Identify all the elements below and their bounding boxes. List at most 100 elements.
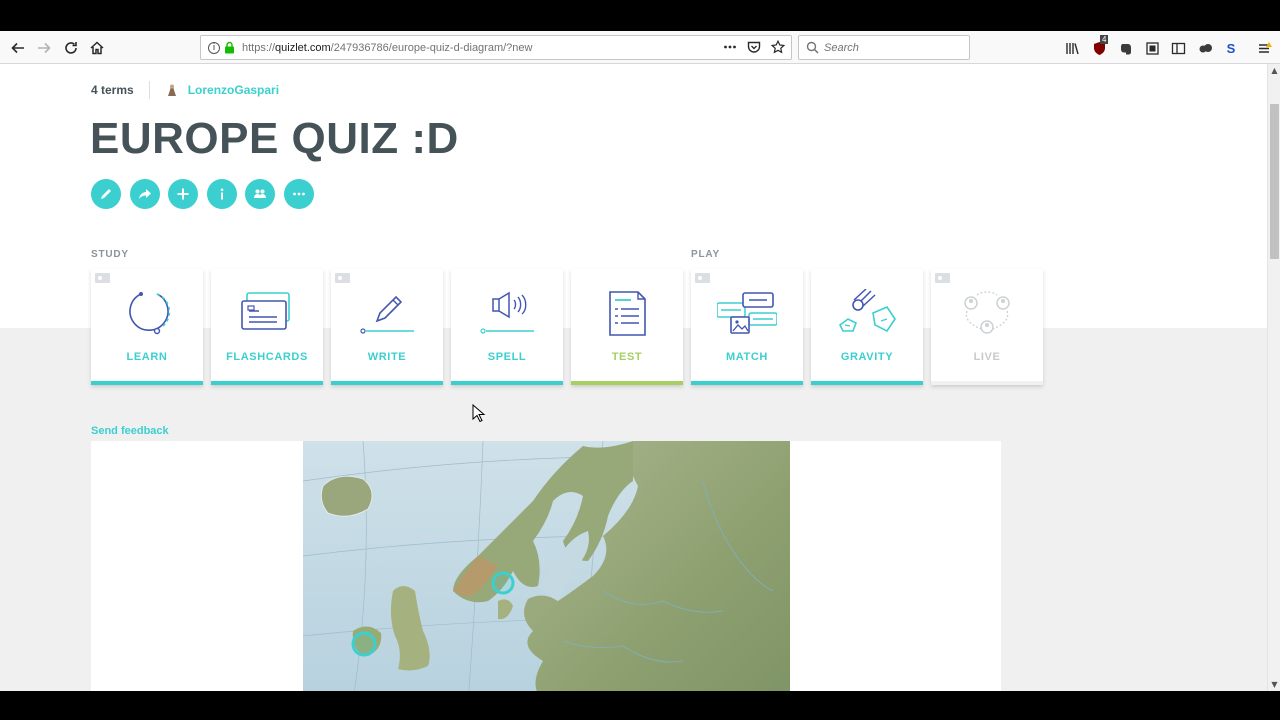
back-arrow-icon (11, 42, 24, 54)
diagram-panel (91, 441, 1001, 691)
screenshot-icon (1145, 41, 1159, 55)
term-count: 4 terms (91, 83, 134, 97)
flashcards-icon (241, 292, 290, 330)
hotspot-marker[interactable] (491, 571, 515, 595)
screenshot-extension[interactable] (1144, 40, 1160, 56)
live-icon (964, 291, 1010, 334)
pencil-icon (101, 189, 111, 199)
search-icon (806, 41, 819, 54)
reload-button[interactable] (58, 35, 84, 61)
europe-map[interactable] (303, 441, 790, 691)
info-icon[interactable]: i (208, 41, 220, 54)
spell-icon (480, 291, 534, 334)
set-meta: 4 terms LorenzoGaspari (91, 81, 279, 99)
browser-toolbar: i https://quizlet.com/247936786/europe-q… (0, 31, 1280, 64)
extension-badge: 4 (1100, 35, 1109, 44)
bookmark-star-icon[interactable] (771, 40, 785, 54)
s-extension-label: S (1226, 40, 1236, 56)
image-badge (695, 273, 710, 283)
lock-icon (225, 41, 234, 54)
mode-live[interactable]: LIVE (931, 269, 1043, 385)
play-section-label: PLAY (691, 249, 720, 260)
reload-icon (65, 42, 77, 54)
mode-gravity[interactable]: GRAVITY (811, 269, 923, 385)
add-to-class-button[interactable] (245, 179, 275, 209)
user-avatar[interactable] (165, 83, 179, 97)
scroll-up-arrow-icon[interactable]: ▲ (1270, 66, 1279, 75)
library-button[interactable] (1064, 40, 1080, 56)
mode-label: LIVE (973, 351, 1001, 363)
author-link[interactable]: LorenzoGaspari (188, 83, 279, 97)
mode-label: MATCH (726, 351, 768, 363)
forward-arrow-icon (38, 42, 51, 54)
share-arrow-icon (138, 189, 151, 199)
mode-test[interactable]: TEST (571, 269, 683, 385)
image-badge (335, 273, 350, 283)
iceland (320, 475, 373, 517)
vertical-scrollbar[interactable]: ▲ ▼ (1267, 64, 1280, 691)
send-feedback-link[interactable]: Send feedback (91, 425, 169, 437)
mode-label: FLASHCARDS (226, 351, 308, 363)
plus-icon (177, 188, 189, 200)
search-bar[interactable]: Search (798, 35, 970, 60)
mode-label: WRITE (367, 351, 407, 363)
sidebar-button[interactable] (1170, 40, 1186, 56)
search-placeholder: Search (824, 41, 859, 54)
page-viewport: 4 terms LorenzoGaspari EUROPE QUIZ :D ST… (0, 64, 1267, 691)
gravity-icon (838, 289, 896, 333)
ellipsis-icon (292, 192, 305, 196)
mode-flashcards[interactable]: FLASHCARDS (211, 269, 323, 385)
url-prefix: https:// (242, 41, 276, 54)
mode-learn[interactable]: LEARN (91, 269, 203, 385)
scrollbar-thumb[interactable] (1270, 104, 1279, 259)
mode-write[interactable]: WRITE (331, 269, 443, 385)
hamburger-menu-icon (1258, 41, 1272, 53)
lastpass-extension[interactable] (1197, 40, 1213, 56)
address-bar[interactable]: i https://quizlet.com/247936786/europe-q… (200, 35, 792, 60)
mouse-cursor-icon (472, 404, 486, 423)
bottom-bar (0, 691, 1280, 720)
evernote-extension[interactable] (1117, 40, 1133, 56)
mode-match[interactable]: MATCH (691, 269, 803, 385)
set-actions (91, 179, 314, 209)
image-badge (95, 273, 110, 283)
match-icon (717, 292, 777, 334)
mode-label: TEST (611, 351, 643, 363)
cloud-icon (1199, 43, 1212, 52)
write-icon (360, 295, 414, 334)
home-button[interactable] (84, 35, 110, 61)
ublock-extension[interactable]: 4 (1091, 35, 1109, 56)
image-badge (935, 273, 950, 283)
info-icon (220, 188, 223, 200)
screen: i https://quizlet.com/247936786/europe-q… (0, 0, 1280, 720)
elephant-icon (1120, 43, 1131, 54)
library-icon (1065, 42, 1079, 54)
page-actions-ellipsis-icon[interactable] (723, 40, 737, 54)
set-title: EUROPE QUIZ :D (90, 114, 459, 163)
test-icon (609, 291, 646, 336)
home-icon (90, 41, 104, 55)
url-domain: quizlet.com (275, 41, 331, 54)
learn-icon (129, 292, 171, 335)
meta-divider (148, 81, 150, 99)
url-actions (723, 40, 785, 54)
menu-button[interactable] (1256, 40, 1272, 56)
study-section-label: STUDY (91, 249, 129, 260)
mode-label: GRAVITY (840, 351, 894, 363)
mode-label: SPELL (487, 351, 527, 363)
sidebar-icon (1171, 42, 1185, 54)
info-button[interactable] (206, 179, 237, 209)
more-button[interactable] (283, 179, 314, 209)
hotspot-marker[interactable] (351, 631, 377, 657)
mode-label: LEARN (126, 351, 168, 363)
back-button[interactable] (5, 35, 31, 61)
pocket-icon[interactable] (747, 40, 761, 54)
share-button[interactable] (129, 179, 160, 209)
s-extension[interactable]: S (1223, 40, 1239, 56)
forward-button[interactable] (31, 35, 57, 61)
edit-button[interactable] (91, 179, 121, 209)
scroll-down-arrow-icon[interactable]: ▼ (1270, 680, 1279, 689)
people-icon (254, 189, 266, 198)
add-button[interactable] (168, 179, 198, 209)
mode-spell[interactable]: SPELL (451, 269, 563, 385)
